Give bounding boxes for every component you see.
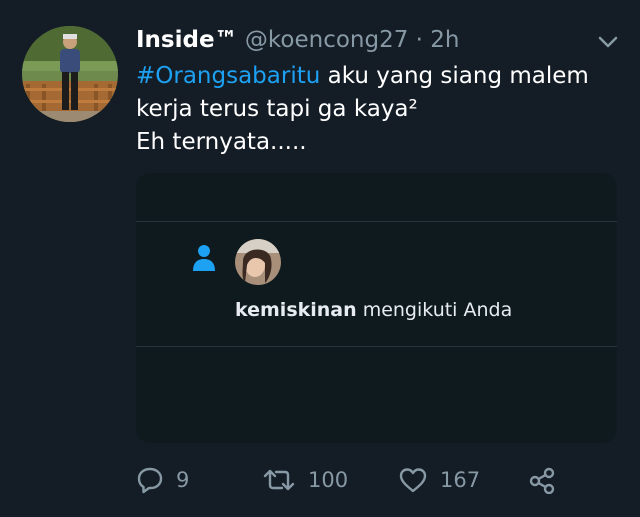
retweet-icon <box>262 466 296 494</box>
tweet-header: Inside™ @koencong27 · 2h <box>136 25 460 55</box>
tweet[interactable]: Inside™ @koencong27 · 2h #Orangsabaritu … <box>0 0 640 517</box>
user-handle[interactable]: @koencong27 <box>245 27 408 53</box>
reply-icon <box>136 466 164 494</box>
media-card[interactable]: kemiskinan mengikuti Anda <box>136 173 617 443</box>
tweet-text-line-3: Eh ternyata..... <box>136 129 307 155</box>
share-button[interactable] <box>528 462 556 498</box>
retweet-button[interactable]: 100 <box>262 462 348 498</box>
share-icon <box>528 466 556 494</box>
tweet-actions: 9 100 167 <box>0 462 640 498</box>
chevron-down-icon[interactable] <box>597 34 619 50</box>
card-divider-bottom <box>136 346 617 347</box>
timestamp[interactable]: 2h <box>430 27 459 53</box>
separator: · <box>415 27 423 53</box>
author-avatar[interactable] <box>22 26 118 122</box>
hashtag-link[interactable]: #Orangsabaritu <box>136 63 320 89</box>
follower-avatar[interactable] <box>235 239 281 285</box>
follower-username[interactable]: kemiskinan <box>235 299 357 321</box>
reply-button[interactable]: 9 <box>136 462 189 498</box>
like-button[interactable]: 167 <box>398 462 480 498</box>
tweet-text-segment: aku yang siang malem <box>320 63 589 89</box>
tweet-text-line-2: kerja terus tapi ga kaya² <box>136 96 418 122</box>
tweet-text: #Orangsabaritu aku yang siang malem kerj… <box>136 60 606 159</box>
like-count: 167 <box>440 468 481 492</box>
tweet-text-line-1: #Orangsabaritu aku yang siang malem <box>136 60 606 93</box>
display-name[interactable]: Inside™ <box>136 27 238 53</box>
follow-action-text: mengikuti Anda <box>356 299 513 321</box>
person-icon <box>191 243 217 273</box>
reply-count: 9 <box>176 468 190 492</box>
follow-notification-text: kemiskinan mengikuti Anda <box>235 297 512 323</box>
card-divider-top <box>136 221 617 222</box>
retweet-count: 100 <box>308 468 349 492</box>
heart-icon <box>398 466 428 494</box>
